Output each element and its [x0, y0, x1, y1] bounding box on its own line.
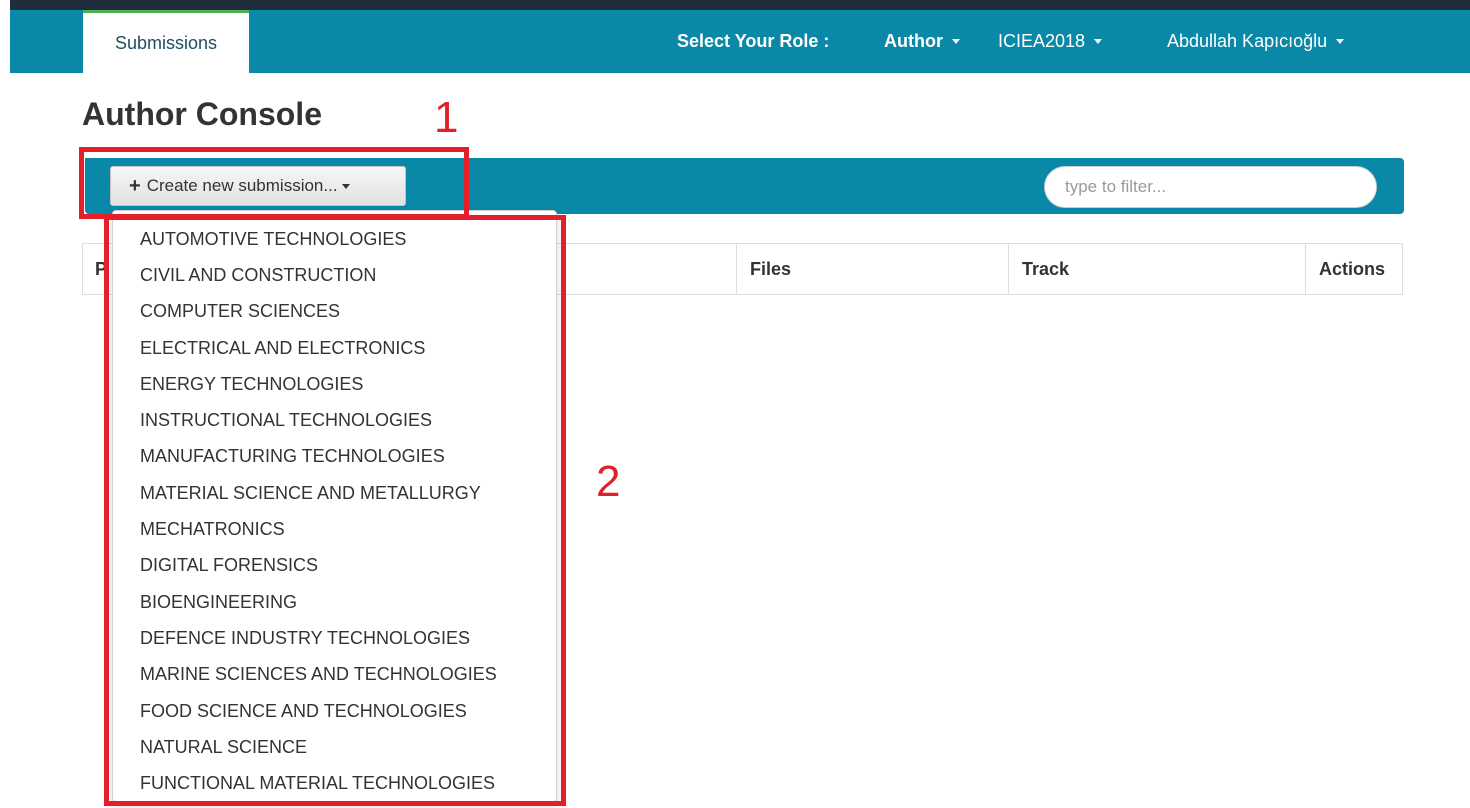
menu-item-defence[interactable]: DEFENCE INDUSTRY TECHNOLOGIES — [113, 620, 556, 656]
plus-icon: + — [129, 175, 141, 197]
menu-item-food-science[interactable]: FOOD SCIENCE AND TECHNOLOGIES — [113, 693, 556, 729]
menu-item-electrical[interactable]: ELECTRICAL AND ELECTRONICS — [113, 330, 556, 366]
menu-item-marine[interactable]: MARINE SCIENCES AND TECHNOLOGIES — [113, 657, 556, 693]
page: Submissions Select Your Role : Author IC… — [0, 0, 1470, 808]
navbar: Submissions Select Your Role : Author IC… — [10, 10, 1470, 73]
toolbar: + Create new submission... — [85, 158, 1404, 214]
tab-submissions[interactable]: Submissions — [83, 10, 249, 73]
menu-item-energy[interactable]: ENERGY TECHNOLOGIES — [113, 366, 556, 402]
conference-value: ICIEA2018 — [998, 31, 1086, 51]
track-dropdown-menu: AUTOMOTIVE TECHNOLOGIES CIVIL AND CONSTR… — [112, 210, 557, 802]
user-menu[interactable]: Abdullah Kapıcıoğlu — [1167, 10, 1345, 73]
menu-item-automotive[interactable]: AUTOMOTIVE TECHNOLOGIES — [113, 221, 556, 257]
column-divider — [1305, 244, 1306, 294]
column-header-track[interactable]: Track — [1022, 244, 1069, 294]
column-divider — [1008, 244, 1009, 294]
annotation-label-1: 1 — [434, 93, 459, 142]
caret-down-icon — [1336, 39, 1345, 44]
page-title: Author Console — [82, 96, 322, 132]
menu-item-computer-sciences[interactable]: COMPUTER SCIENCES — [113, 294, 556, 330]
user-name: Abdullah Kapıcıoğlu — [1167, 31, 1328, 51]
column-divider — [736, 244, 737, 294]
menu-item-natural-science[interactable]: NATURAL SCIENCE — [113, 729, 556, 765]
filter-input[interactable] — [1044, 166, 1377, 208]
menu-item-functional-material[interactable]: FUNCTIONAL MATERIAL TECHNOLOGIES — [113, 765, 556, 801]
menu-item-manufacturing[interactable]: MANUFACTURING TECHNOLOGIES — [113, 439, 556, 475]
role-value: Author — [884, 31, 943, 51]
top-strip — [10, 0, 1470, 10]
caret-down-icon — [341, 183, 350, 189]
create-submission-label: Create new submission... — [146, 176, 338, 195]
menu-item-material-science[interactable]: MATERIAL SCIENCE AND METALLURGY — [113, 475, 556, 511]
menu-item-bioengineering[interactable]: BIOENGINEERING — [113, 584, 556, 620]
annotation-label-2: 2 — [596, 457, 621, 506]
conference-dropdown[interactable]: ICIEA2018 — [998, 10, 1103, 73]
create-submission-button[interactable]: + Create new submission... — [110, 166, 406, 206]
menu-item-mechatronics[interactable]: MECHATRONICS — [113, 511, 556, 547]
menu-item-instructional[interactable]: INSTRUCTIONAL TECHNOLOGIES — [113, 402, 556, 438]
column-header-actions[interactable]: Actions — [1319, 244, 1385, 294]
role-dropdown[interactable]: Author — [884, 10, 960, 73]
menu-item-civil[interactable]: CIVIL AND CONSTRUCTION — [113, 257, 556, 293]
column-header-p[interactable]: P — [95, 244, 107, 294]
menu-item-digital-forensics[interactable]: DIGITAL FORENSICS — [113, 548, 556, 584]
caret-down-icon — [1094, 39, 1103, 44]
role-label: Select Your Role : — [677, 31, 830, 51]
caret-down-icon — [951, 39, 960, 44]
column-header-files[interactable]: Files — [750, 244, 791, 294]
